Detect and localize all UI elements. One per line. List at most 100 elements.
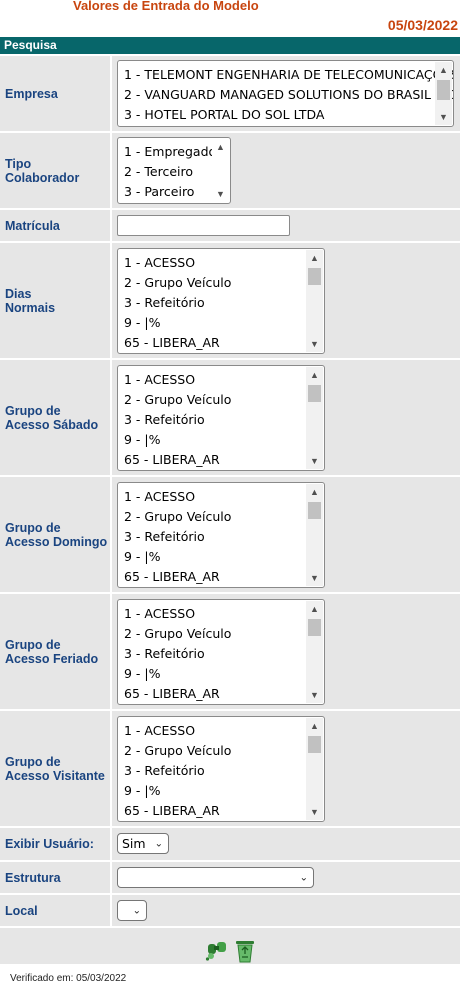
estrutura-select[interactable]: ⌄ [117, 867, 314, 888]
chevron-down-icon: ⌄ [299, 872, 308, 883]
list-option[interactable]: 3 - Refeitório [119, 410, 305, 430]
scroll-thumb[interactable] [308, 502, 321, 519]
list-option[interactable]: 9 - |% [119, 664, 305, 684]
list-option[interactable]: 9 - |% [119, 547, 305, 567]
scroll-down-icon[interactable]: ▼ [212, 186, 229, 202]
list-option[interactable]: 3 - HOTEL PORTAL DO SOL LTDA [119, 105, 434, 125]
list-option[interactable]: 3 - Refeitório [119, 527, 305, 547]
label-dias-normais: Dias Normais [0, 243, 110, 358]
grupo-domingo-listbox[interactable]: 1 - ACESSO 2 - Grupo Veículo 3 - Refeitóri… [117, 482, 325, 588]
list-option[interactable]: 1 - ACESSO [119, 253, 305, 273]
grupo-feriado-scrollbar[interactable]: ▲ ▼ [306, 601, 323, 703]
list-option[interactable]: 1 - TELEMONT ENGENHARIA DE TELECOMUNICAÇ… [119, 65, 453, 85]
scroll-up-icon[interactable]: ▲ [306, 250, 323, 266]
label-grupo-sabado: Grupo de Acesso Sábado [0, 360, 110, 475]
dias-normais-listbox[interactable]: 1 - ACESSO 2 - Grupo Veículo 3 - Refeitóri… [117, 248, 325, 354]
list-option[interactable]: 3 - Parceiro [119, 182, 211, 202]
row-local: Local ⌄ [0, 895, 460, 926]
row-grupo-feriado: Grupo de Acesso Feriado 1 - ACESSO 2 - Gru… [0, 594, 460, 709]
page-date: 05/03/2022 [387, 17, 458, 33]
list-option[interactable]: 2 - Grupo Veículo [119, 624, 305, 644]
matricula-input[interactable] [117, 215, 290, 236]
grupo-visitante-scrollbar[interactable]: ▲ ▼ [306, 718, 323, 820]
row-estrutura: Estrutura ⌄ [0, 862, 460, 893]
empresa-scrollbar[interactable]: ▲ ▼ [435, 62, 452, 125]
list-option[interactable]: 9 - |% [119, 313, 305, 333]
label-estrutura: Estrutura [0, 862, 110, 893]
list-option[interactable]: 65 - LIBERA_AR [119, 333, 305, 353]
list-option[interactable]: 1 - ACESSO [119, 721, 305, 741]
list-option[interactable]: 1 - ACESSO [119, 487, 305, 507]
grupo-domingo-scrollbar[interactable]: ▲ ▼ [306, 484, 323, 586]
grupo-sabado-listbox[interactable]: 1 - ACESSO 2 - Grupo Veículo 3 - Refeitóri… [117, 365, 325, 471]
empresa-options: 1 - TELEMONT ENGENHARIA DE TELECOMUNICAÇ… [119, 65, 453, 125]
list-option[interactable]: 65 - LIBERA_AR [119, 567, 305, 587]
tipo-colaborador-options: 1 - Empregado 2 - Terceiro 3 - Parceiro [119, 142, 216, 202]
empresa-listbox[interactable]: 1 - TELEMONT ENGENHARIA DE TELECOMUNICAÇ… [117, 60, 454, 127]
binoculars-icon[interactable] [205, 938, 229, 962]
scroll-up-icon[interactable]: ▲ [306, 601, 323, 617]
list-option[interactable]: 2 - Grupo Veículo [119, 390, 305, 410]
row-exibir-usuario: Exibir Usuário: Sim ⌄ [0, 828, 460, 860]
list-option[interactable]: 2 - Grupo Veículo [119, 273, 305, 293]
scroll-up-icon[interactable]: ▲ [306, 367, 323, 383]
chevron-down-icon: ⌄ [132, 905, 141, 916]
grupo-feriado-listbox[interactable]: 1 - ACESSO 2 - Grupo Veículo 3 - Refeitóri… [117, 599, 325, 705]
scroll-thumb[interactable] [308, 736, 321, 753]
local-select[interactable]: ⌄ [117, 900, 147, 921]
label-matricula: Matrícula [0, 210, 110, 241]
label-grupo-feriado: Grupo de Acesso Feriado [0, 594, 110, 709]
list-option[interactable]: 2 - Grupo Veículo [119, 741, 305, 761]
list-option[interactable]: 2 - VANGUARD MANAGED SOLUTIONS DO BRASIL… [119, 85, 453, 105]
scroll-up-icon[interactable]: ▲ [306, 484, 323, 500]
list-option[interactable]: 3 - Refeitório [119, 644, 305, 664]
scroll-down-icon[interactable]: ▼ [306, 804, 323, 820]
list-option[interactable]: 1 - ACESSO [119, 604, 305, 624]
list-option[interactable]: 3 - Refeitório [119, 293, 305, 313]
grupo-visitante-listbox[interactable]: 1 - ACESSO 2 - Grupo Veículo 3 - Refeitóri… [117, 716, 325, 822]
label-exibir-usuario: Exibir Usuário: [0, 828, 110, 860]
label-local: Local [0, 895, 110, 926]
scroll-thumb[interactable] [308, 268, 321, 285]
list-option[interactable]: 9 - |% [119, 430, 305, 450]
scroll-down-icon[interactable]: ▼ [435, 109, 452, 125]
list-option[interactable]: 65 - LIBERA_AR [119, 801, 305, 821]
recycle-bin-icon[interactable] [233, 938, 257, 963]
label-grupo-visitante: Grupo de Acesso Visitante [0, 711, 110, 826]
tipo-colaborador-scrollbar[interactable]: ▲ ▼ [212, 139, 229, 202]
scroll-up-icon[interactable]: ▲ [435, 62, 452, 78]
row-grupo-visitante: Grupo de Acesso Visitante 1 - ACESSO 2 - G… [0, 711, 460, 826]
grupo-feriado-options: 1 - ACESSO 2 - Grupo Veículo 3 - Refeitóri… [119, 604, 305, 704]
scroll-up-icon[interactable]: ▲ [306, 718, 323, 734]
row-grupo-domingo: Grupo de Acesso Domingo 1 - ACESSO 2 - Gru… [0, 477, 460, 592]
scroll-down-icon[interactable]: ▼ [306, 336, 323, 352]
scroll-down-icon[interactable]: ▼ [306, 687, 323, 703]
exibir-usuario-select[interactable]: Sim ⌄ [117, 833, 169, 854]
scroll-down-icon[interactable]: ▼ [306, 570, 323, 586]
scroll-down-icon[interactable]: ▼ [306, 453, 323, 469]
list-option[interactable]: 9 - |% [119, 781, 305, 801]
scroll-thumb[interactable] [308, 385, 321, 402]
scroll-up-icon[interactable]: ▲ [212, 139, 229, 155]
verified-date: Verificado em: 05/03/2022 [10, 973, 127, 984]
label-tipo-colaborador: Tipo Colaborador [0, 133, 110, 208]
scroll-thumb[interactable] [437, 80, 450, 100]
scroll-thumb[interactable] [308, 619, 321, 636]
list-option[interactable]: 3 - Refeitório [119, 761, 305, 781]
list-option[interactable]: 2 - Grupo Veículo [119, 507, 305, 527]
grupo-sabado-scrollbar[interactable]: ▲ ▼ [306, 367, 323, 469]
dias-normais-options: 1 - ACESSO 2 - Grupo Veículo 3 - Refeitóri… [119, 253, 305, 353]
tipo-colaborador-listbox[interactable]: 1 - Empregado 2 - Terceiro 3 - Parceiro ▲ … [117, 137, 231, 204]
list-option[interactable]: 1 - Empregado [119, 142, 216, 162]
row-matricula: Matrícula [0, 210, 460, 241]
dias-normais-scrollbar[interactable]: ▲ ▼ [306, 250, 323, 352]
list-option[interactable]: 65 - LIBERA_AR [119, 450, 305, 470]
list-option[interactable]: 2 - Terceiro [119, 162, 211, 182]
action-bar [0, 928, 460, 964]
page-title: Valores de Entrada do Modelo [73, 0, 259, 13]
row-empresa: Empresa 1 - TELEMONT ENGENHARIA DE TELEC… [0, 56, 460, 131]
list-option[interactable]: 65 - LIBERA_AR [119, 684, 305, 704]
list-option[interactable]: 1 - ACESSO [119, 370, 305, 390]
grupo-sabado-options: 1 - ACESSO 2 - Grupo Veículo 3 - Refeitóri… [119, 370, 305, 470]
grupo-visitante-options: 1 - ACESSO 2 - Grupo Veículo 3 - Refeitóri… [119, 721, 305, 821]
